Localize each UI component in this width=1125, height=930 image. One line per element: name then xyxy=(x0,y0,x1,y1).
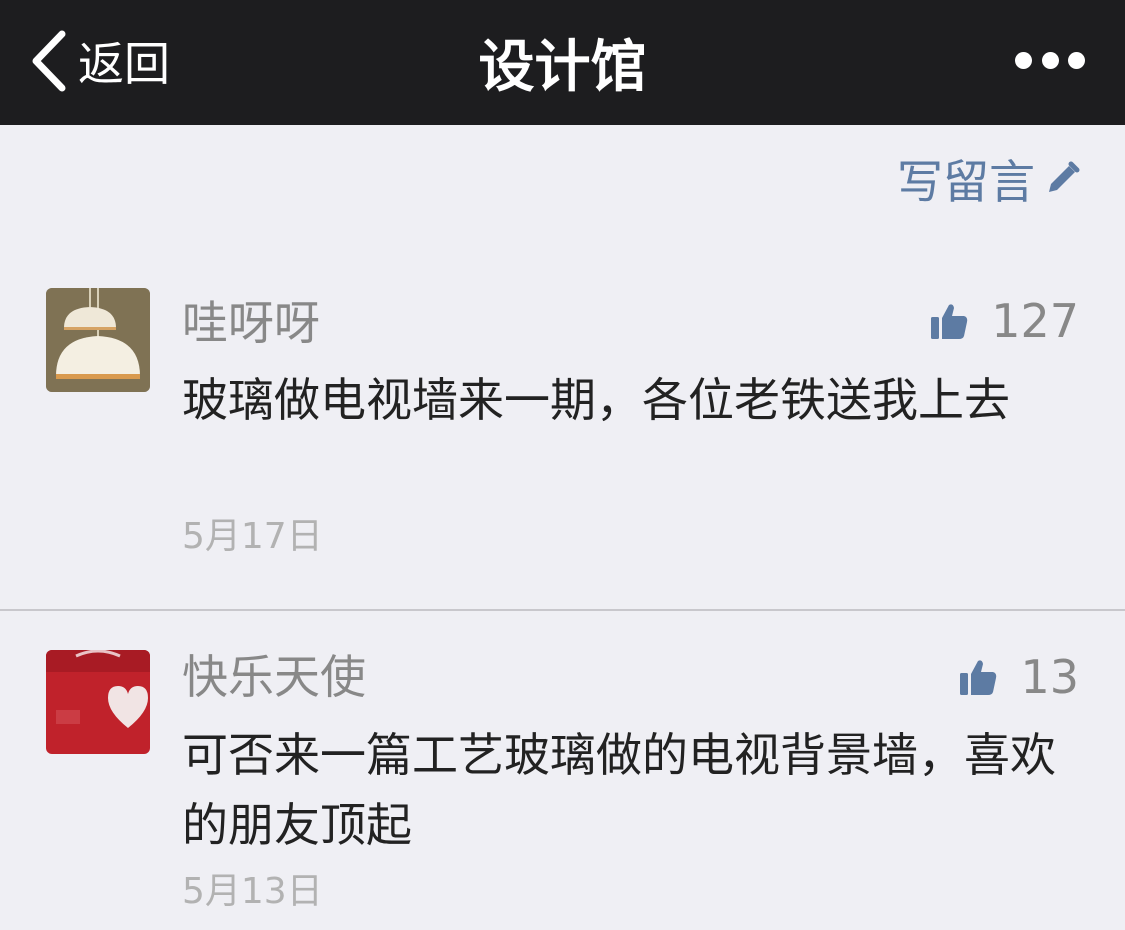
thumbs-up-icon xyxy=(960,660,997,695)
comment-nickname: 哇呀呀 xyxy=(182,296,320,350)
back-label: 返回 xyxy=(78,37,170,91)
comment-text: 玻璃做电视墙来一期，各位老铁送我上去 xyxy=(182,373,1010,427)
avatar[interactable] xyxy=(46,650,150,754)
comment-text: 可否来一篇工艺玻璃做的电视背景墙，喜欢的朋友顶起 xyxy=(182,728,1056,852)
back-button[interactable]: 返回 xyxy=(30,28,170,94)
lamp-image xyxy=(46,288,150,392)
thumbs-up-icon xyxy=(931,304,968,339)
comment-date: 5月17日 xyxy=(182,516,323,557)
like-button[interactable]: 127 xyxy=(929,291,1079,351)
pencil-icon xyxy=(1049,161,1080,192)
chevron-left-icon xyxy=(32,30,66,92)
comments-section: 写留言 哇呀呀 127 玻璃做电视墙来一期，各位老铁送我上去 5月17日 快乐天… xyxy=(0,125,1125,929)
comment-item: 哇呀呀 127 玻璃做电视墙来一期，各位老铁送我上去 5月17日 xyxy=(0,285,1125,610)
write-comment-button[interactable]: 写留言 xyxy=(897,149,1081,209)
write-comment-label: 写留言 xyxy=(897,155,1035,209)
avatar[interactable] xyxy=(46,288,150,392)
navigation-bar: 返回 设计馆 xyxy=(0,0,1125,125)
like-count: 13 xyxy=(1020,650,1079,704)
like-button[interactable]: 13 xyxy=(958,647,1079,707)
gift-box-image xyxy=(46,650,150,754)
more-dot-icon xyxy=(1015,51,1032,69)
comment-nickname: 快乐天使 xyxy=(182,650,366,704)
comment-date: 5月13日 xyxy=(182,871,323,912)
more-dot-icon xyxy=(1041,51,1059,69)
more-dot-icon xyxy=(1068,51,1085,69)
comment-item: 快乐天使 13 可否来一篇工艺玻璃做的电视背景墙，喜欢的朋友顶起 5月13日 xyxy=(0,610,1125,930)
more-button[interactable] xyxy=(1015,40,1085,80)
like-count: 127 xyxy=(991,294,1079,348)
